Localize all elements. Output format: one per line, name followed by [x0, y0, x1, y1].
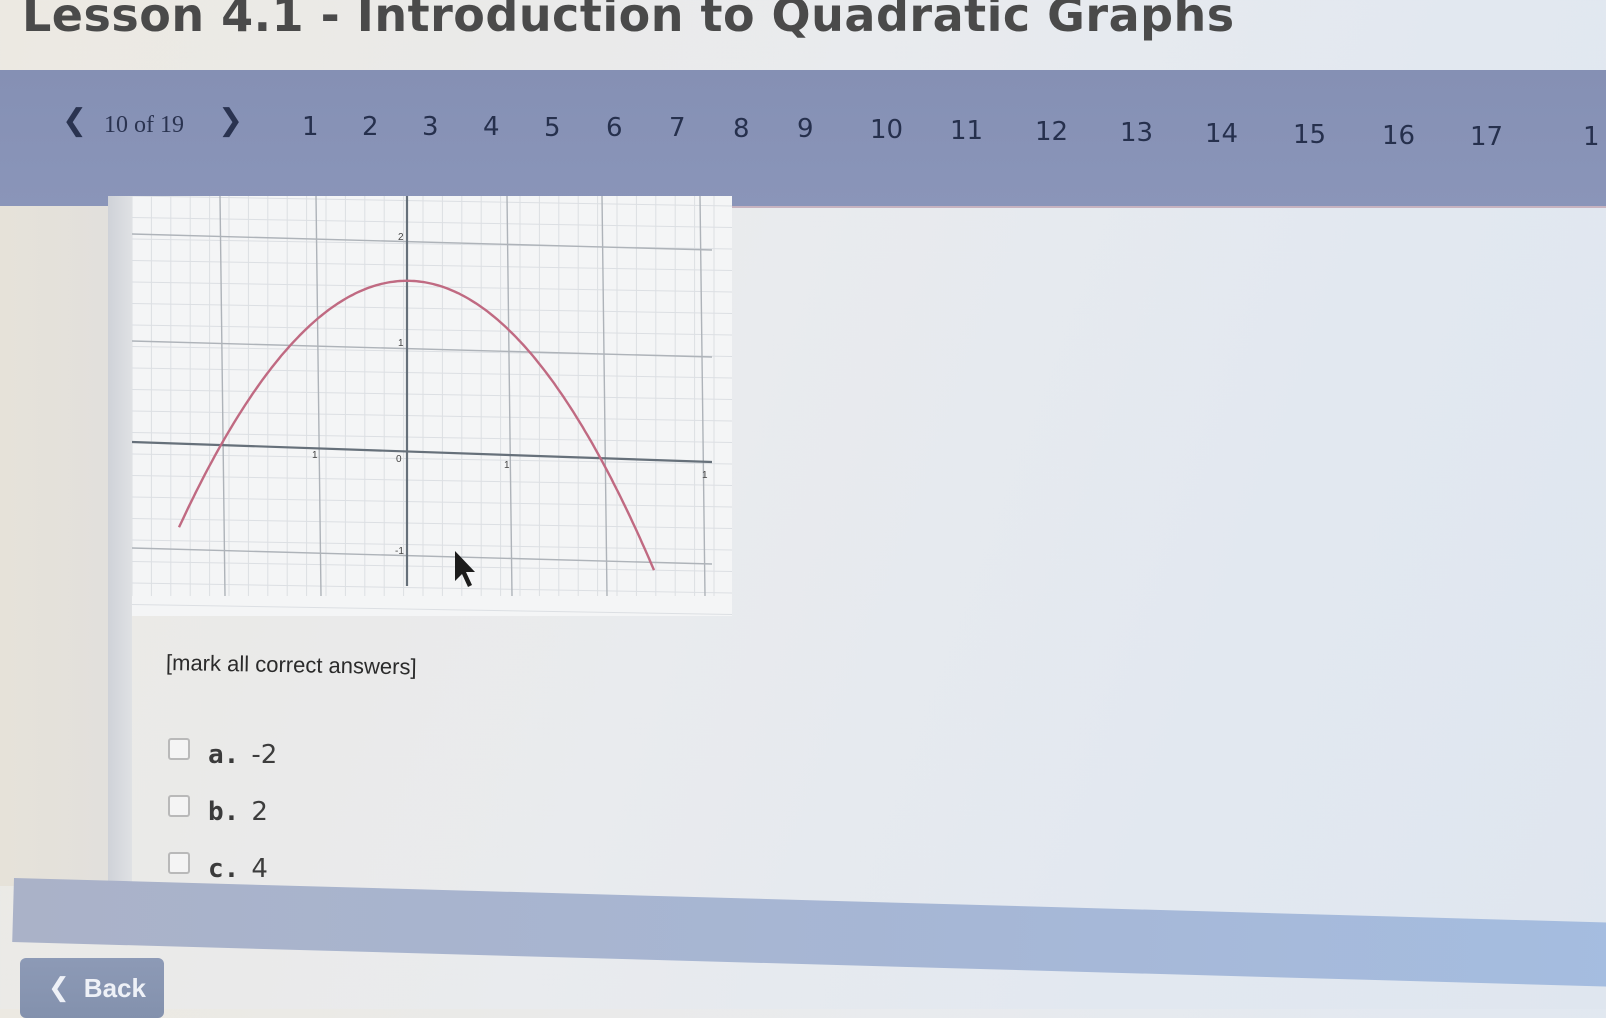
back-button-label: Back — [83, 972, 146, 1003]
graph-svg: 2 1 0 1 1 -1 1 — [131, 195, 733, 615]
question-number-2[interactable]: 2 — [362, 112, 379, 142]
tick-label-y-neg1: -1 — [395, 546, 404, 557]
question-number-13[interactable]: 13 — [1120, 118, 1153, 148]
tick-label-x-neg1: 1 — [312, 450, 318, 461]
question-number-14[interactable]: 14 — [1205, 119, 1238, 149]
question-number-7[interactable]: 7 — [669, 113, 686, 143]
question-number-8[interactable]: 8 — [733, 114, 750, 144]
back-button[interactable]: ❮ Back — [20, 958, 164, 1018]
option-c-value: 4 — [251, 854, 268, 884]
option-a[interactable]: a. -2 — [168, 738, 278, 770]
chevron-left-icon: ❮ — [48, 973, 70, 1003]
parabola-curve — [177, 279, 656, 571]
option-b[interactable]: b. 2 — [168, 795, 268, 827]
chevron-left-icon[interactable]: ❮ — [62, 106, 87, 136]
chevron-right-icon[interactable]: ❯ — [218, 106, 243, 136]
question-number-11[interactable]: 11 — [950, 116, 983, 146]
option-c[interactable]: c. 4 — [168, 852, 268, 884]
question-number-9[interactable]: 9 — [797, 114, 814, 144]
quadratic-graph: 2 1 0 1 1 -1 1 — [131, 195, 733, 616]
option-b-letter: b. — [208, 797, 240, 827]
question-number-5[interactable]: 5 — [544, 113, 561, 143]
tick-label-origin: 0 — [396, 454, 402, 465]
question-number-17[interactable]: 17 — [1470, 122, 1503, 152]
option-b-value: 2 — [251, 797, 268, 827]
question-number-12[interactable]: 12 — [1035, 117, 1068, 147]
page-title: Lesson 4.1 - Introduction to Quadratic G… — [22, 0, 1235, 42]
option-c-letter: c. — [208, 854, 240, 884]
instructions-text: [mark all correct answers] — [165, 650, 417, 680]
question-number-6[interactable]: 6 — [606, 113, 623, 143]
question-number-16[interactable]: 16 — [1382, 121, 1415, 151]
option-c-checkbox[interactable] — [168, 852, 190, 874]
question-number-4[interactable]: 4 — [483, 112, 500, 142]
option-a-letter: a. — [208, 740, 240, 770]
question-counter: 10 of 19 — [104, 112, 184, 138]
question-number-15[interactable]: 15 — [1293, 120, 1326, 150]
option-a-checkbox[interactable] — [168, 738, 190, 760]
tick-label-y-1: 1 — [398, 338, 404, 349]
left-sidebar — [0, 206, 108, 886]
option-a-value: -2 — [251, 740, 278, 770]
question-number-1[interactable]: 1 — [302, 112, 319, 142]
content-edge — [108, 196, 132, 886]
question-number-18[interactable]: 1 — [1583, 122, 1600, 152]
question-number-3[interactable]: 3 — [422, 112, 439, 142]
tick-label-x-3: 1 — [702, 470, 708, 481]
tick-label-x-1: 1 — [504, 460, 510, 471]
question-number-10[interactable]: 10 — [870, 115, 903, 145]
tick-label-y-2: 2 — [398, 232, 404, 243]
cursor-pointer-icon — [455, 551, 475, 587]
footer-bar — [12, 878, 1606, 988]
option-b-checkbox[interactable] — [168, 795, 190, 817]
